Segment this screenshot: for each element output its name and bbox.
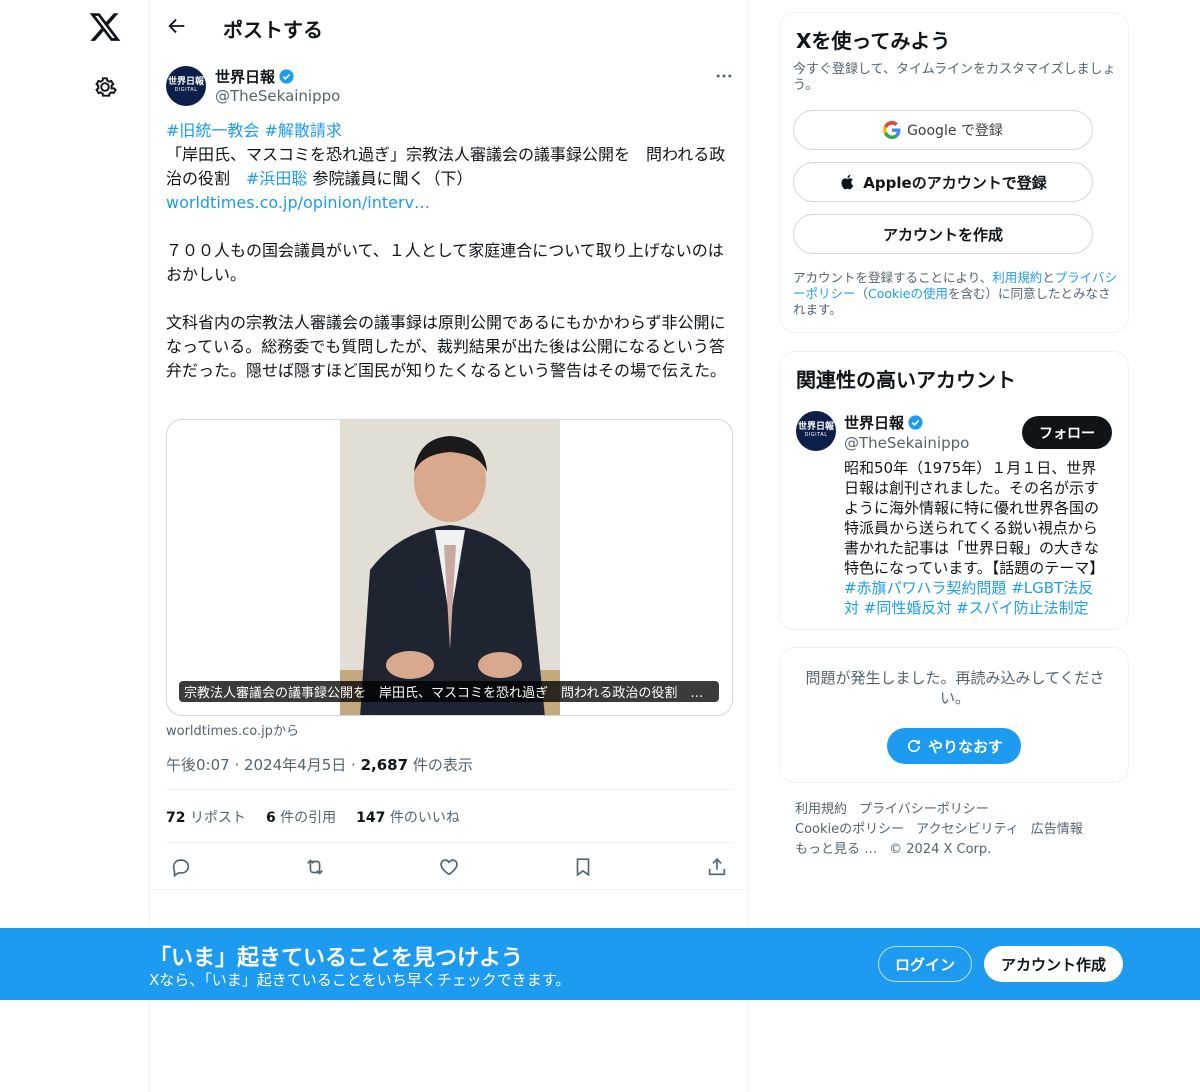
bio-hashtags[interactable]: #赤旗パワハラ契約問題 #LGBT法反対 #同性婚反対 #スパイ防止法制定 [844, 579, 1093, 617]
login-button[interactable]: ログイン [878, 946, 972, 982]
retry-label: やりなおす [927, 737, 1003, 756]
reposts-label: リポスト [189, 810, 246, 826]
bio-text: 昭和50年（1975年）１月１日、世界日報は創刊されました。その名が示すように海… [844, 459, 1105, 577]
divider [166, 842, 734, 843]
divider [150, 889, 748, 890]
google-signup-button[interactable]: Google で登録 [793, 110, 1093, 150]
link-card[interactable]: 宗教法人審議会の議事録公開を 岸田氏、マスコミを恐れ過ぎ 問われる政治の役割 浜… [166, 419, 733, 716]
post-body-text: 参院議員に聞く（下） [307, 169, 473, 188]
terms-text: （ [855, 286, 869, 301]
refresh-icon [907, 739, 921, 753]
terms-link[interactable]: 利用規約 [992, 270, 1042, 285]
top-bar: ポストする [150, 0, 748, 54]
repost-icon[interactable] [304, 856, 326, 878]
post-paragraph: 文科省内の宗教法人審議会の議事録は原則公開であるにもかかわらず非公開になっている… [166, 313, 727, 380]
signup-terms: アカウントを登録することにより、利用規約とプライバシーポリシー（Cookieの使… [793, 270, 1119, 318]
post-text: #旧統一教会 #解散請求 「岸田氏、マスコミを恐れ過ぎ」宗教法人審議会の議事録公… [166, 119, 734, 383]
post-meta: 午後0:07 · 2024年4月5日 · 2,687 件の表示 [166, 756, 473, 774]
card-source[interactable]: worldtimes.co.jpから [166, 720, 299, 739]
hashtag-link[interactable]: #浜田聡 [246, 169, 307, 188]
google-icon [883, 121, 901, 139]
signup-title: Xを使ってみよう [796, 29, 951, 53]
settings-gear-icon[interactable] [92, 74, 118, 100]
signup-box: Xを使ってみよう 今すぐ登録して、タイムラインをカスタマイズしましょう。 Goo… [779, 12, 1129, 333]
hashtag-link[interactable]: #解散請求 [265, 121, 342, 140]
relevant-title: 関連性の高いアカウント [796, 368, 1016, 392]
back-arrow-icon[interactable] [166, 15, 188, 37]
apple-signup-button[interactable]: Appleのアカウントで登録 [793, 162, 1093, 202]
google-signup-label: Google で登録 [907, 123, 1003, 139]
reposts-count: 72 [166, 810, 186, 826]
post-paragraph: ７００人もの国会議員がいて、１人として家庭連合について取り上げないのはおかしい。 [166, 241, 724, 284]
apple-icon [841, 174, 854, 190]
quotes-stat[interactable]: 6 件の引用 [266, 807, 336, 827]
like-icon[interactable] [438, 856, 460, 878]
post-stats: 72 リポスト 6 件の引用 147 件のいいね [166, 807, 460, 827]
post-author: 世界日報 DIGITAL 世界日報 @TheSekainippo [166, 64, 734, 108]
retry-button[interactable]: やりなおす [887, 728, 1021, 764]
quotes-label: 件の引用 [280, 810, 337, 826]
footer-accessibility-link[interactable]: アクセシビリティ [916, 820, 1019, 840]
cookie-link[interactable]: Cookieの使用 [868, 286, 948, 301]
footer-cookie-link[interactable]: Cookieのポリシー [795, 820, 904, 840]
footer-links: 利用規約 プライバシーポリシー Cookieのポリシー アクセシビリティ 広告情報 も… [795, 800, 1125, 860]
avatar-logo-subtext: DIGITAL [804, 432, 828, 439]
divider [166, 789, 734, 790]
create-account-button[interactable]: アカウントを作成 [793, 214, 1093, 254]
relevant-name-row[interactable]: 世界日報 [844, 412, 924, 433]
footer-copyright: © 2024 X Corp. [889, 842, 992, 857]
footer-ads-link[interactable]: 広告情報 [1031, 820, 1083, 840]
reply-icon[interactable] [170, 856, 192, 878]
error-message: 問題が発生しました。再読み込みしてください。 [805, 669, 1105, 707]
x-logo-icon[interactable] [88, 10, 122, 44]
author-handle[interactable]: @TheSekainippo [215, 87, 340, 105]
footer-terms-link[interactable]: 利用規約 [795, 800, 847, 820]
article-photo [340, 420, 560, 715]
relevant-accounts-box: 関連性の高いアカウント 世界日報 DIGITAL 世界日報 @TheSekain… [779, 351, 1129, 630]
verified-badge-icon [279, 69, 294, 84]
likes-label: 件のいいね [389, 810, 460, 826]
bookmark-icon[interactable] [572, 856, 594, 878]
post-date[interactable]: 2024年4月5日 [244, 756, 346, 774]
relevant-name: 世界日報 [844, 414, 905, 432]
hashtag-link[interactable]: #旧統一教会 [166, 121, 259, 140]
post-time[interactable]: 午後0:07 [166, 756, 230, 774]
card-caption: 宗教法人審議会の議事録公開を 岸田氏、マスコミを恐れ過ぎ 問われる政治の役割 浜… [179, 681, 719, 702]
error-box: 問題が発生しました。再読み込みしてください。 やりなおす [779, 647, 1129, 783]
footer-privacy-link[interactable]: プライバシーポリシー [859, 800, 989, 820]
person-photo-illustration [340, 420, 560, 715]
author-avatar[interactable]: 世界日報 DIGITAL [166, 66, 206, 106]
post-actions [166, 852, 734, 882]
relevant-avatar[interactable]: 世界日報 DIGITAL [796, 411, 836, 451]
banner-subtitle: Xなら、「いま」起きていることをいち早くチェックできます。 [149, 971, 571, 989]
likes-stat[interactable]: 147 件のいいね [356, 807, 460, 827]
login-banner: 「いま」起きていることを見つけよう Xなら、「いま」起きていることをいち早くチェ… [0, 928, 1200, 1000]
follow-button[interactable]: フォロー [1022, 416, 1112, 449]
author-name: 世界日報 [215, 68, 276, 86]
views-count: 2,687 [360, 756, 409, 774]
banner-title: 「いま」起きていることを見つけよう [149, 946, 524, 971]
share-icon[interactable] [706, 856, 728, 878]
reposts-stat[interactable]: 72 リポスト [166, 807, 246, 827]
avatar-logo-subtext: DIGITAL [174, 87, 198, 94]
likes-count: 147 [356, 810, 386, 826]
author-name-row[interactable]: 世界日報 [215, 66, 295, 87]
terms-text: アカウントを登録することにより、 [793, 270, 993, 285]
signup-button[interactable]: アカウント作成 [984, 946, 1123, 982]
apple-signup-label: Appleのアカウントで登録 [863, 173, 1047, 192]
page-title: ポストする [223, 18, 323, 42]
verified-badge-icon [908, 415, 923, 430]
views-label: 件の表示 [412, 756, 473, 774]
quotes-count: 6 [265, 810, 276, 826]
article-link[interactable]: worldtimes.co.jp/opinion/interv… [166, 193, 430, 212]
more-options-icon[interactable] [714, 66, 734, 86]
footer-more-link[interactable]: もっと見る … [795, 840, 877, 860]
relevant-bio: 昭和50年（1975年）１月１日、世界日報は創刊されました。その名が示すように海… [844, 458, 1106, 618]
terms-text: と [1042, 270, 1055, 285]
relevant-handle[interactable]: @TheSekainippo [844, 434, 969, 452]
signup-subtitle: 今すぐ登録して、タイムラインをカスタマイズしましょう。 [793, 62, 1116, 93]
